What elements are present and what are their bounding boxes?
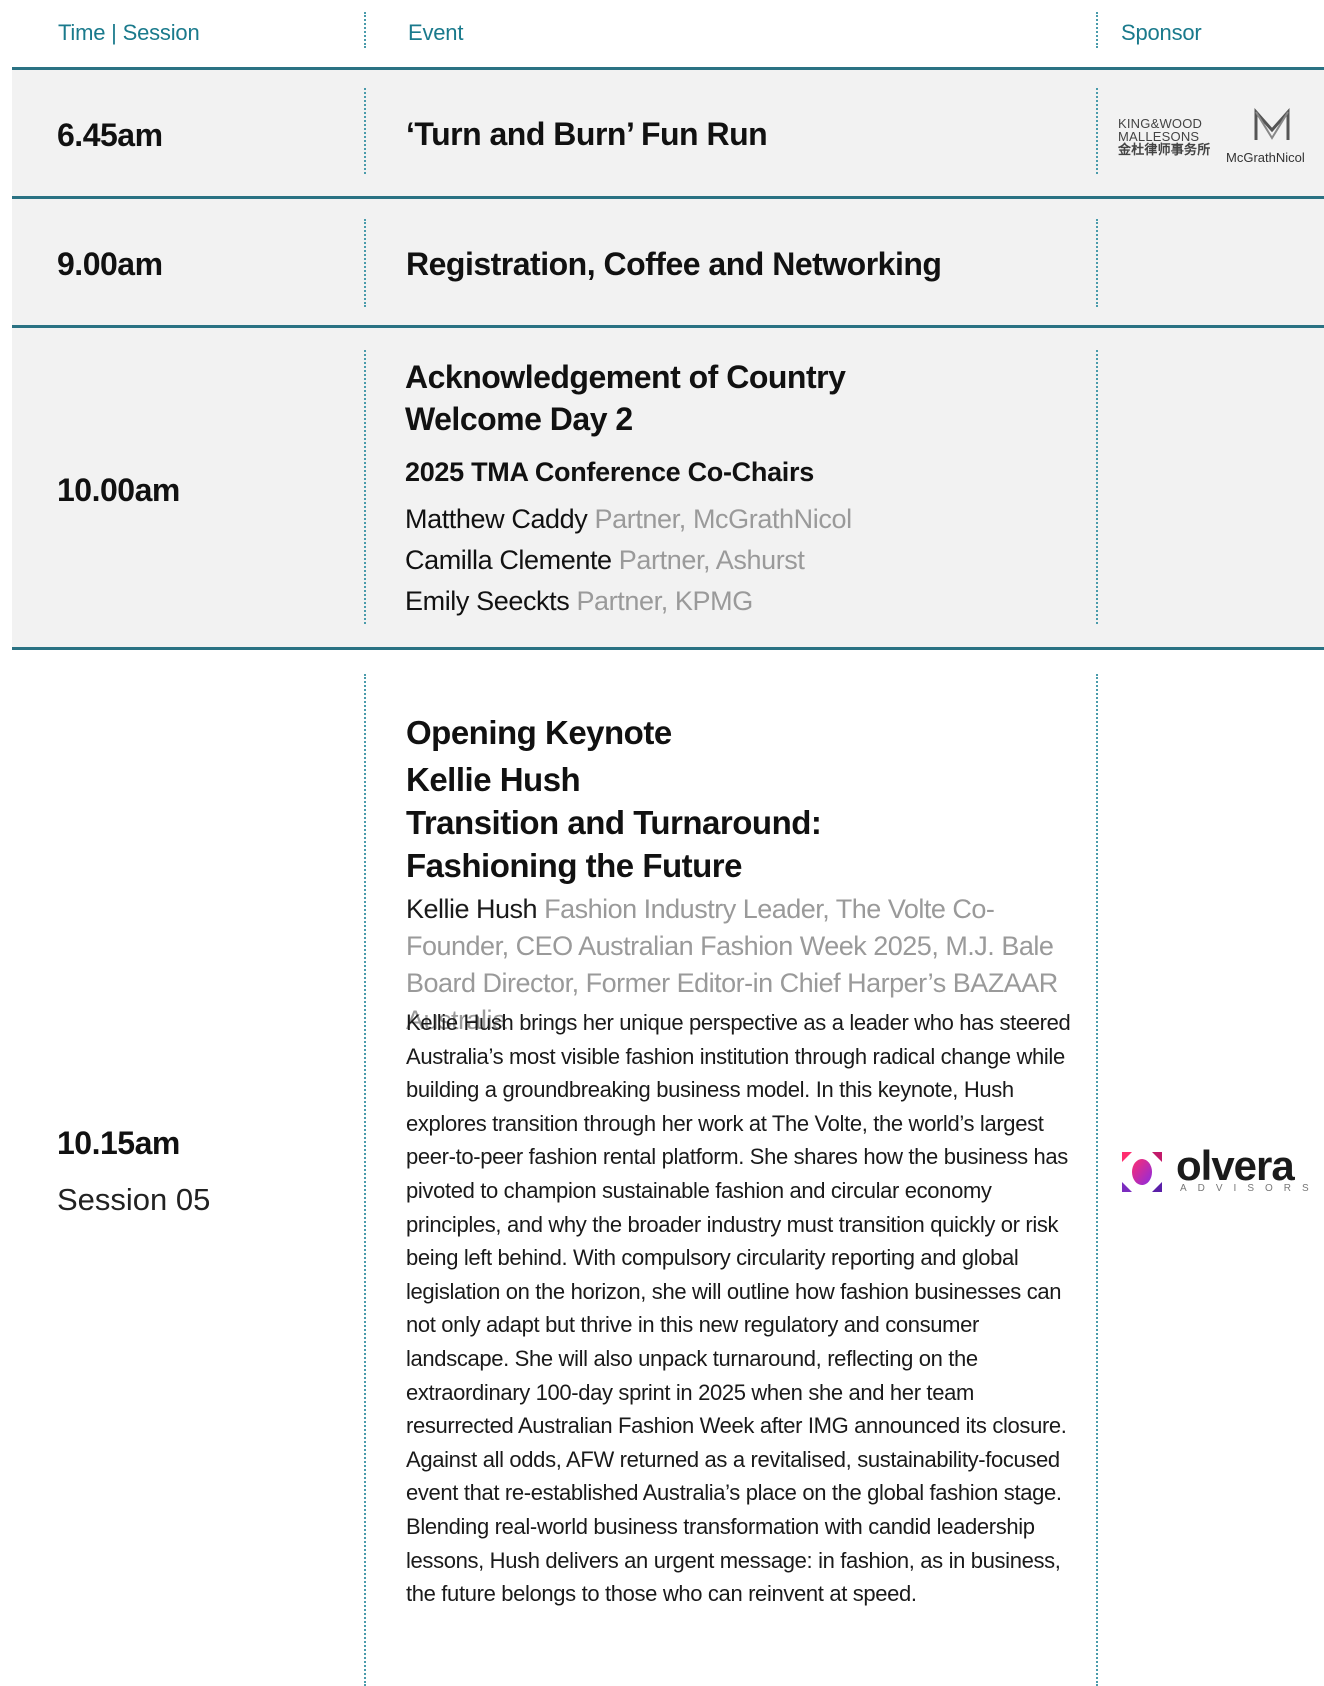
row-time: 10.15am	[57, 1125, 180, 1161]
event-header: Event	[408, 20, 464, 45]
mcgrathnicol-logo-icon	[1254, 108, 1290, 140]
row-rule	[12, 647, 1324, 650]
column-divider	[1096, 350, 1098, 624]
mcgrathnicol-logo: McGrathNicol	[1226, 150, 1305, 165]
header-divider	[1096, 12, 1098, 48]
column-divider	[1096, 674, 1098, 1686]
keynote-title-line: Transition and Turnaround:	[406, 804, 822, 841]
speaker-line: Camilla Clemente Partner, Ashurst	[405, 545, 805, 575]
speaker-line: Matthew Caddy Partner, McGrathNicol	[405, 504, 852, 534]
session-label: Session 05	[57, 1182, 211, 1217]
header-divider	[364, 12, 366, 48]
time-session-header: Time | Session	[58, 20, 200, 45]
row-event: Registration, Coffee and Networking	[406, 246, 942, 282]
table-header: Time | Session Event Sponsor	[0, 0, 1324, 68]
column-divider	[1096, 88, 1098, 174]
column-divider	[364, 674, 366, 1686]
keynote-description: Kellie Hush brings her unique perspectiv…	[406, 1010, 1071, 1607]
row-time: 9.00am	[57, 246, 163, 282]
column-divider	[364, 219, 366, 307]
co-chairs-subtitle: 2025 TMA Conference Co-Chairs	[405, 457, 814, 487]
king-wood-mallesons-logo: KING&WOOD MALLESONS 金杜律师事务所	[1118, 116, 1211, 157]
column-divider	[364, 350, 366, 624]
speaker-line: Emily Seeckts Partner, KPMG	[405, 586, 753, 616]
sponsor-header: Sponsor	[1121, 20, 1202, 45]
olvera-logo-subtext: ADVISORS	[1180, 1183, 1320, 1194]
olvera-logo-icon	[1122, 1152, 1162, 1192]
row-event-line: Acknowledgement of Country	[405, 359, 846, 395]
row-time: 6.45am	[57, 117, 163, 153]
keynote-title-line: Opening Keynote	[406, 714, 672, 751]
keynote-title-line: Fashioning the Future	[406, 847, 742, 884]
column-divider	[1096, 219, 1098, 307]
row-event: ‘Turn and Burn’ Fun Run	[406, 116, 768, 152]
row-time: 10.00am	[57, 472, 180, 508]
row-event-line: Welcome Day 2	[405, 401, 633, 437]
column-divider	[364, 88, 366, 174]
keynote-title-line: Kellie Hush	[406, 761, 581, 798]
